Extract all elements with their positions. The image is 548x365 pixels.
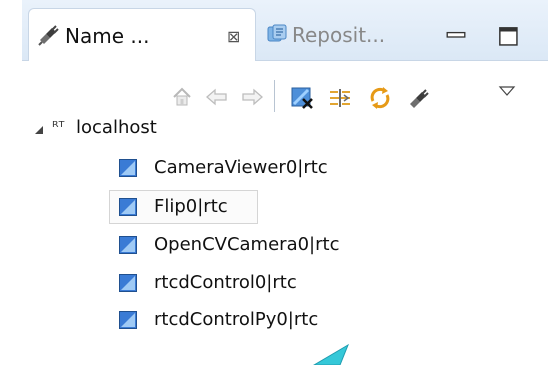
name-service-view: Name ... ⊠ Reposit... ᴿᵀ localhost Camer…: [22, 0, 548, 365]
tree-item-label: rtcdControlPy0|rtc: [154, 309, 319, 330]
tab-name-service-label: Name ...: [65, 24, 150, 48]
repository-icon: [267, 24, 287, 42]
left-edge-strip: [0, 0, 22, 365]
forward-icon[interactable]: [240, 87, 264, 107]
maximize-icon[interactable]: [498, 26, 520, 48]
component-icon: [119, 311, 137, 329]
cursor-arrow-icon: [313, 343, 350, 365]
view-tab-bar: Name ... ⊠ Reposit...: [22, 0, 548, 61]
tree-item-label: OpenCVCamera0|rtc: [154, 234, 340, 255]
disconnect-icon[interactable]: [290, 86, 314, 110]
minimize-icon[interactable]: [445, 26, 467, 48]
toolbar-separator: [274, 80, 275, 112]
back-icon[interactable]: [205, 87, 229, 107]
collapse-triangle-icon[interactable]: [34, 125, 44, 135]
component-icon: [119, 274, 137, 292]
tab-repository-label: Reposit...: [292, 23, 386, 47]
tab-repository[interactable]: Reposit...: [256, 8, 436, 60]
refresh-icon[interactable]: [367, 85, 393, 111]
view-menu-icon[interactable]: [498, 84, 516, 98]
home-icon[interactable]: [171, 86, 193, 108]
plug-icon[interactable]: [407, 88, 429, 110]
link-icon[interactable]: [328, 86, 352, 110]
plug-icon: [38, 25, 59, 46]
tree-root-label: localhost: [76, 117, 157, 138]
component-icon: [119, 236, 137, 254]
component-icon: [119, 198, 137, 216]
component-icon: [119, 159, 137, 177]
tab-close-icon[interactable]: ⊠: [227, 27, 240, 46]
rt-host-icon: ᴿᵀ: [52, 118, 65, 136]
tree-item-label: rtcdControl0|rtc: [154, 272, 297, 293]
tab-name-service[interactable]: Name ... ⊠: [28, 8, 256, 61]
tree-item-label: CameraViewer0|rtc: [154, 157, 328, 178]
tree-item-label: Flip0|rtc: [154, 196, 228, 217]
